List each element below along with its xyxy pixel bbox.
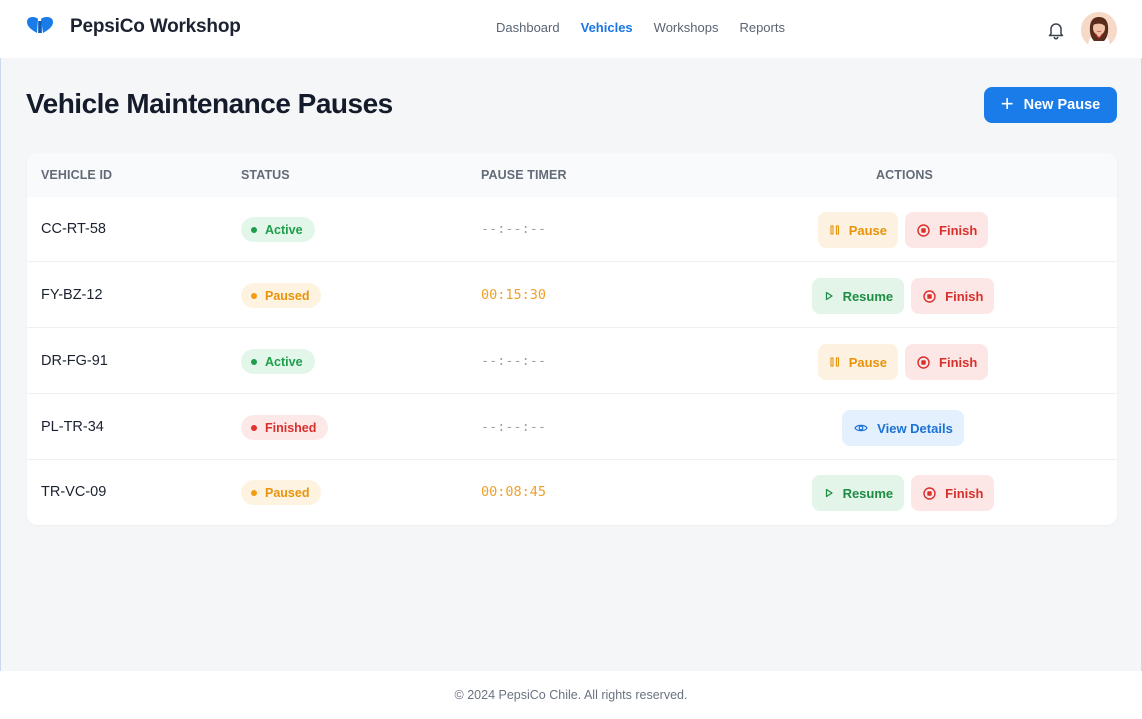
pause-icon [830, 225, 840, 235]
finish-label: Finish [939, 222, 978, 238]
vehicle-id: FY-BZ-12 [41, 287, 103, 303]
top-header: PepsiCo Workshop Dashboard Vehicles Work… [0, 0, 1142, 58]
status-dot [251, 424, 257, 431]
pause-timer: 00:08:45 [481, 484, 547, 500]
table-header: VEHICLE ID STATUS PAUSE TIMER ACTIONS [27, 153, 1117, 197]
footer: © 2024 PepsiCo Chile. All rights reserve… [0, 671, 1142, 719]
resume-button[interactable]: Resume [811, 475, 905, 511]
table-row: DR-FG-91 Active --:--:-- Pause Finish [27, 329, 1117, 394]
bell-icon[interactable] [1046, 20, 1066, 40]
play-icon [824, 488, 834, 498]
pause-button[interactable]: Pause [817, 344, 899, 380]
status-label: Active [265, 222, 303, 237]
logo-icon [26, 16, 54, 38]
header-actions: ACTIONS [876, 168, 933, 182]
vehicle-id: PL-TR-34 [41, 419, 104, 435]
page-title: Vehicle Maintenance Pauses [26, 88, 393, 119]
status-badge: Paused [241, 283, 322, 308]
stop-circle-icon [923, 486, 936, 500]
finish-button[interactable]: Finish [911, 475, 995, 511]
row-actions: Resume Finish [727, 475, 1079, 511]
vehicle-id: DR-FG-91 [41, 353, 108, 369]
brand[interactable]: PepsiCo Workshop [26, 16, 241, 38]
eye-icon [854, 423, 868, 433]
status-dot [251, 292, 257, 299]
stop-circle-icon [917, 223, 930, 237]
view-details-button[interactable]: View Details [842, 410, 964, 446]
app-name: PepsiCo Workshop [70, 16, 241, 37]
copyright-text: © 2024 PepsiCo Chile. All rights reserve… [454, 688, 688, 702]
table-row: CC-RT-58 Active --:--:-- Pause Finish [27, 197, 1117, 262]
status-badge: Paused [241, 480, 322, 505]
row-actions: Pause Finish [727, 344, 1079, 380]
finish-label: Finish [939, 354, 978, 370]
header-pause-timer: PAUSE TIMER [481, 168, 567, 182]
status-dot [251, 489, 257, 496]
status-label: Paused [265, 485, 310, 500]
row-actions: Pause Finish [727, 212, 1079, 248]
status-badge: Active [241, 349, 315, 374]
new-pause-button[interactable]: + New Pause [984, 87, 1117, 123]
view-details-label: View Details [877, 420, 953, 436]
stop-circle-icon [923, 289, 936, 303]
status-badge: Active [241, 217, 315, 242]
table-row: PL-TR-34 Finished --:--:-- View Details [27, 395, 1117, 460]
pause-icon [830, 357, 840, 367]
pauses-table: VEHICLE ID STATUS PAUSE TIMER ACTIONS CC… [27, 153, 1117, 525]
status-dot [251, 226, 257, 233]
nav-dashboard[interactable]: Dashboard [496, 20, 560, 35]
finish-button[interactable]: Finish [905, 212, 989, 248]
table-row: FY-BZ-12 Paused 00:15:30 Resume Finish [27, 263, 1117, 328]
nav-vehicles[interactable]: Vehicles [581, 20, 633, 35]
status-badge: Finished [241, 415, 329, 440]
nav-reports[interactable]: Reports [739, 20, 785, 35]
status-label: Finished [265, 420, 317, 435]
vehicle-id: CC-RT-58 [41, 221, 106, 237]
row-actions: Resume Finish [727, 278, 1079, 314]
resume-label: Resume [842, 288, 894, 304]
status-label: Paused [265, 288, 310, 303]
pause-timer: 00:15:30 [481, 287, 547, 303]
header-vehicle-id: VEHICLE ID [41, 168, 113, 182]
pause-label: Pause [848, 222, 888, 238]
pause-timer: --:--:-- [481, 221, 547, 237]
finish-button[interactable]: Finish [911, 278, 995, 314]
new-pause-label: New Pause [1023, 97, 1101, 113]
main-nav: Dashboard Vehicles Workshops Reports [496, 20, 806, 35]
play-icon [824, 291, 834, 301]
pause-button[interactable]: Pause [817, 212, 899, 248]
table-row: TR-VC-09 Paused 00:08:45 Resume Finish [27, 460, 1117, 525]
user-avatar[interactable] [1081, 12, 1117, 48]
pause-timer: --:--:-- [481, 353, 547, 369]
finish-label: Finish [945, 485, 984, 501]
resume-label: Resume [842, 485, 894, 501]
resume-button[interactable]: Resume [811, 278, 905, 314]
vehicle-id: TR-VC-09 [41, 484, 107, 500]
header-status: STATUS [241, 168, 290, 182]
stop-circle-icon [917, 355, 930, 369]
pause-label: Pause [848, 354, 888, 370]
finish-label: Finish [945, 288, 984, 304]
nav-workshops[interactable]: Workshops [654, 20, 719, 35]
status-label: Active [265, 354, 303, 369]
pause-timer: --:--:-- [481, 419, 547, 435]
status-dot [251, 358, 257, 365]
plus-icon: + [1000, 91, 1014, 116]
row-actions: View Details [727, 410, 1079, 446]
finish-button[interactable]: Finish [905, 344, 989, 380]
